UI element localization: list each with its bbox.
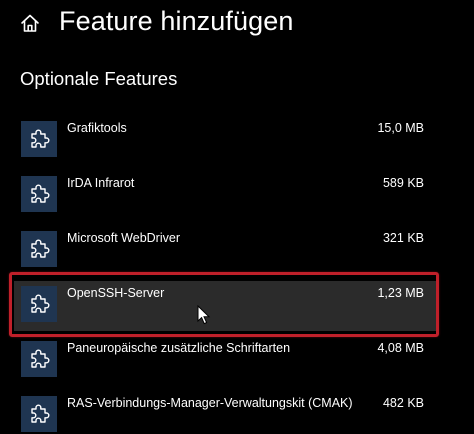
list-item[interactable]: Grafiktools 15,0 MB xyxy=(14,116,438,166)
list-item[interactable]: IrDA Infrarot 589 KB xyxy=(14,171,438,221)
list-item[interactable]: Paneuropäische zusätzliche Schriftarten … xyxy=(14,336,438,386)
puzzle-icon xyxy=(21,341,57,377)
feature-size: 15,0 MB xyxy=(377,121,424,135)
list-item[interactable]: Microsoft WebDriver 321 KB xyxy=(14,226,438,276)
list-item[interactable]: RAS-Verbindungs-Manager-Verwaltungskit (… xyxy=(14,391,438,434)
feature-hinzufuegen-page: Feature hinzufügen Optionale Features Gr… xyxy=(0,0,474,434)
feature-name: RAS-Verbindungs-Manager-Verwaltungskit (… xyxy=(67,396,353,410)
puzzle-icon xyxy=(21,121,57,157)
feature-size: 4,08 MB xyxy=(377,341,424,355)
feature-size: 589 KB xyxy=(382,176,424,190)
puzzle-icon xyxy=(21,176,57,212)
feature-list: Grafiktools 15,0 MB IrDA Infrarot 589 KB… xyxy=(0,0,474,434)
selection-highlight-frame xyxy=(9,272,439,337)
puzzle-icon xyxy=(21,396,57,432)
puzzle-icon xyxy=(21,231,57,267)
feature-name: Grafiktools xyxy=(67,121,127,135)
feature-size: 321 KB xyxy=(382,231,424,245)
feature-name: Microsoft WebDriver xyxy=(67,231,180,245)
mouse-pointer-icon xyxy=(197,304,211,325)
feature-size: 482 KB xyxy=(382,396,424,410)
feature-name: IrDA Infrarot xyxy=(67,176,135,190)
feature-name: Paneuropäische zusätzliche Schriftarten xyxy=(67,341,291,355)
